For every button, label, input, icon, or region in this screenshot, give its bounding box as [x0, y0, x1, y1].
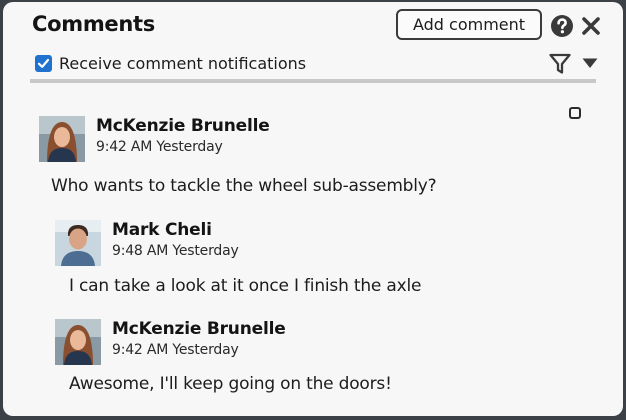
avatar — [55, 319, 101, 365]
filter-icon[interactable] — [548, 52, 572, 76]
comment-timestamp: 9:48 AM Yesterday — [112, 243, 239, 259]
comment-text: Awesome, I'll keep going on the doors! — [69, 374, 392, 394]
add-comment-button[interactable]: Add comment — [396, 9, 542, 40]
avatar — [39, 116, 85, 162]
close-icon[interactable] — [581, 16, 601, 36]
comment-author: McKenzie Brunelle — [112, 319, 286, 339]
comment-select-checkbox[interactable] — [569, 107, 581, 119]
comment-author: Mark Cheli — [112, 220, 212, 240]
help-icon[interactable] — [550, 14, 574, 38]
notification-toggle[interactable]: Receive comment notifications — [35, 53, 306, 73]
comment-text: I can take a look at it once I finish th… — [69, 276, 422, 296]
comment-text: Who wants to tackle the wheel sub-assemb… — [51, 176, 437, 196]
notification-label: Receive comment notifications — [59, 53, 307, 73]
checkmark-icon — [37, 58, 50, 68]
notification-checkbox[interactable] — [35, 54, 52, 72]
comment-timestamp: 9:42 AM Yesterday — [96, 139, 223, 155]
panel-title: Comments — [32, 12, 155, 36]
comment-timestamp: 9:42 AM Yesterday — [112, 342, 239, 358]
avatar — [55, 220, 101, 266]
comment-author: McKenzie Brunelle — [96, 116, 270, 136]
reply-item: McKenzie Brunelle 9:42 AM Yesterday Awes… — [55, 319, 555, 399]
comment-item: McKenzie Brunelle 9:42 AM Yesterday Who … — [39, 116, 559, 196]
filter-dropdown-icon[interactable] — [582, 58, 598, 69]
reply-item: Mark Cheli 9:48 AM Yesterday I can take … — [55, 220, 555, 300]
header-divider — [30, 79, 596, 83]
comments-panel: Comments Add comment Receive comment not… — [3, 2, 623, 416]
